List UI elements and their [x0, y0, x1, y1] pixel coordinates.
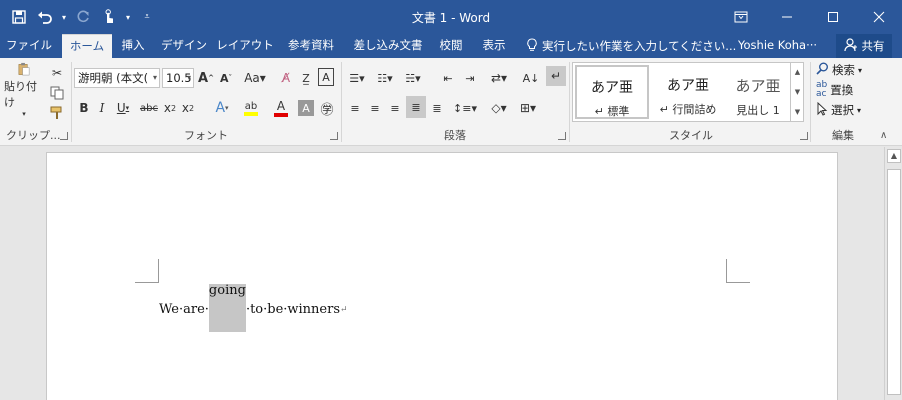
- vertical-scrollbar[interactable]: ▲: [884, 147, 902, 400]
- chevron-down-icon: ▾: [152, 73, 157, 82]
- align-left-icon[interactable]: ≡: [346, 98, 364, 118]
- title-bar: ▾ ▾ ⩡ 文書 1 - Word: [0, 0, 902, 34]
- paste-dropdown-icon[interactable]: ▾: [22, 110, 26, 118]
- tab-file[interactable]: ファイル: [4, 34, 54, 58]
- scroll-thumb[interactable]: [887, 169, 901, 395]
- show-formatting-marks-icon[interactable]: ↵: [546, 66, 566, 86]
- paragraph-mark: ↵: [340, 305, 348, 315]
- paste-icon: [18, 62, 30, 76]
- paste-button[interactable]: 貼り付け ▾: [4, 62, 44, 118]
- subscript-icon[interactable]: x2: [162, 98, 178, 118]
- superscript-icon[interactable]: x2: [180, 98, 196, 118]
- tab-home[interactable]: ホーム: [62, 34, 112, 58]
- user-account[interactable]: Yoshie Koha···: [738, 34, 817, 58]
- margin-corner-mark: [135, 259, 159, 283]
- ribbon-tab-row: ファイル ホーム 挿入 デザイン レイアウト 参考資料 差し込み文書 校閲 表示…: [0, 34, 902, 58]
- underline-icon[interactable]: U ▾: [112, 98, 134, 118]
- text-effects-icon[interactable]: A ▾: [210, 98, 234, 118]
- font-name-combo[interactable]: 游明朝 (本文(▾: [74, 68, 160, 88]
- format-painter-icon[interactable]: [48, 104, 66, 122]
- phonetic-guide-icon[interactable]: Z̲: [298, 68, 314, 88]
- paragraph-launcher-icon[interactable]: [558, 132, 566, 140]
- margin-corner-mark: [726, 259, 750, 283]
- multilevel-list-icon[interactable]: ☵▾: [400, 68, 426, 88]
- text-run: We·are·: [159, 302, 209, 317]
- tab-design[interactable]: デザイン: [158, 34, 210, 58]
- styles-launcher-icon[interactable]: [800, 132, 808, 140]
- paragraph-group-label: 段落: [444, 129, 466, 142]
- tab-review[interactable]: 校閲: [434, 34, 468, 58]
- document-paragraph[interactable]: We·are· going ·to·be·winners↵: [159, 284, 348, 332]
- chevron-down-icon: ▾: [186, 73, 191, 82]
- font-color-icon[interactable]: A: [268, 98, 294, 118]
- numbering-icon[interactable]: ☷▾: [372, 68, 398, 88]
- clipboard-group: 貼り付け ▾ ✂ クリップ...: [0, 60, 70, 144]
- paste-label: 貼り付け: [4, 80, 37, 109]
- document-page[interactable]: [46, 152, 838, 400]
- grow-font-icon[interactable]: A ^: [198, 68, 214, 88]
- font-size-combo[interactable]: 10.5 ▾: [162, 68, 194, 88]
- shading-icon[interactable]: ◇▾: [486, 98, 512, 118]
- align-center-icon[interactable]: ≡: [366, 98, 384, 118]
- bullets-icon[interactable]: ☰▾: [344, 68, 370, 88]
- share-button[interactable]: 共有: [836, 34, 892, 58]
- change-case-icon[interactable]: Aa▾: [242, 68, 268, 88]
- font-group: 游明朝 (本文(▾ 10.5 ▾ A ^ Aˇ Aa▾ A̸ Z̲ A B I U ▾…: [72, 60, 340, 144]
- highlight-color-icon[interactable]: ab: [238, 98, 264, 118]
- justify-icon[interactable]: ≣: [406, 96, 426, 118]
- line-spacing-icon[interactable]: ↕≡▾: [452, 98, 478, 118]
- character-shading-icon[interactable]: A: [298, 100, 314, 116]
- enclose-characters-icon[interactable]: ㊫: [318, 98, 336, 118]
- group-divider: [810, 62, 811, 142]
- share-label: 共有: [861, 39, 885, 53]
- font-group-label: フォント: [184, 129, 228, 142]
- styles-group-label: スタイル: [669, 129, 713, 142]
- clipboard-launcher-icon[interactable]: [60, 132, 68, 140]
- cut-icon[interactable]: ✂: [48, 64, 66, 82]
- text-run: ·to·be·winners: [245, 302, 341, 317]
- tell-me-box[interactable]: 実行したい作業を入力してください...: [526, 34, 736, 58]
- selected-text-value: going: [208, 283, 246, 298]
- ribbon: 貼り付け ▾ ✂ クリップ... 游明朝 (本文(▾ 10.5 ▾ A ^ Aˇ A…: [0, 58, 902, 146]
- person-icon: [843, 37, 858, 55]
- strikethrough-icon[interactable]: abc: [138, 98, 160, 118]
- font-launcher-icon[interactable]: [330, 132, 338, 140]
- close-icon[interactable]: [856, 0, 902, 34]
- tab-mailings[interactable]: 差し込み文書: [348, 34, 428, 58]
- lightbulb-icon: [526, 37, 538, 55]
- borders-icon[interactable]: ⊞▾: [514, 98, 542, 118]
- sort-icon[interactable]: A↓: [522, 68, 540, 88]
- shrink-font-icon[interactable]: Aˇ: [218, 68, 234, 88]
- tab-references[interactable]: 参考資料: [280, 34, 342, 58]
- font-name-value: 游明朝 (本文(: [78, 71, 149, 85]
- group-divider: [569, 62, 570, 142]
- character-border-icon[interactable]: A: [318, 68, 334, 86]
- italic-icon[interactable]: I: [94, 98, 110, 118]
- selected-text[interactable]: going: [208, 283, 246, 332]
- tab-insert[interactable]: 挿入: [116, 34, 150, 58]
- styles-group: スタイル: [572, 60, 810, 144]
- asian-layout-icon[interactable]: ⇄▾: [486, 68, 512, 88]
- distributed-icon[interactable]: ≣: [428, 98, 446, 118]
- bold-icon[interactable]: B: [76, 98, 92, 118]
- increase-indent-icon[interactable]: ⇥: [460, 68, 480, 88]
- ribbon-display-icon[interactable]: [718, 0, 764, 34]
- window-controls: [718, 0, 902, 34]
- editing-group-label: 編集: [832, 129, 854, 142]
- clear-formatting-icon[interactable]: A̸: [278, 68, 294, 88]
- minimize-icon[interactable]: [764, 0, 810, 34]
- decrease-indent-icon[interactable]: ⇤: [438, 68, 458, 88]
- editing-group: 編集: [812, 60, 874, 144]
- tab-view[interactable]: 表示: [476, 34, 512, 58]
- collapse-ribbon-icon[interactable]: ∧: [880, 130, 887, 141]
- maximize-icon[interactable]: [810, 0, 856, 34]
- scroll-up-icon[interactable]: ▲: [887, 149, 901, 163]
- align-right-icon[interactable]: ≡: [386, 98, 404, 118]
- tab-layout[interactable]: レイアウト: [216, 34, 274, 58]
- tell-me-placeholder: 実行したい作業を入力してください...: [542, 39, 737, 53]
- paragraph-group: ☰▾ ☷▾ ☵▾ ⇤ ⇥ ⇄▾ A↓ ↵ ≡ ≡ ≡ ≣ ≣ ↕≡▾ ◇▾ ⊞▾…: [342, 60, 568, 144]
- copy-icon[interactable]: [48, 84, 66, 102]
